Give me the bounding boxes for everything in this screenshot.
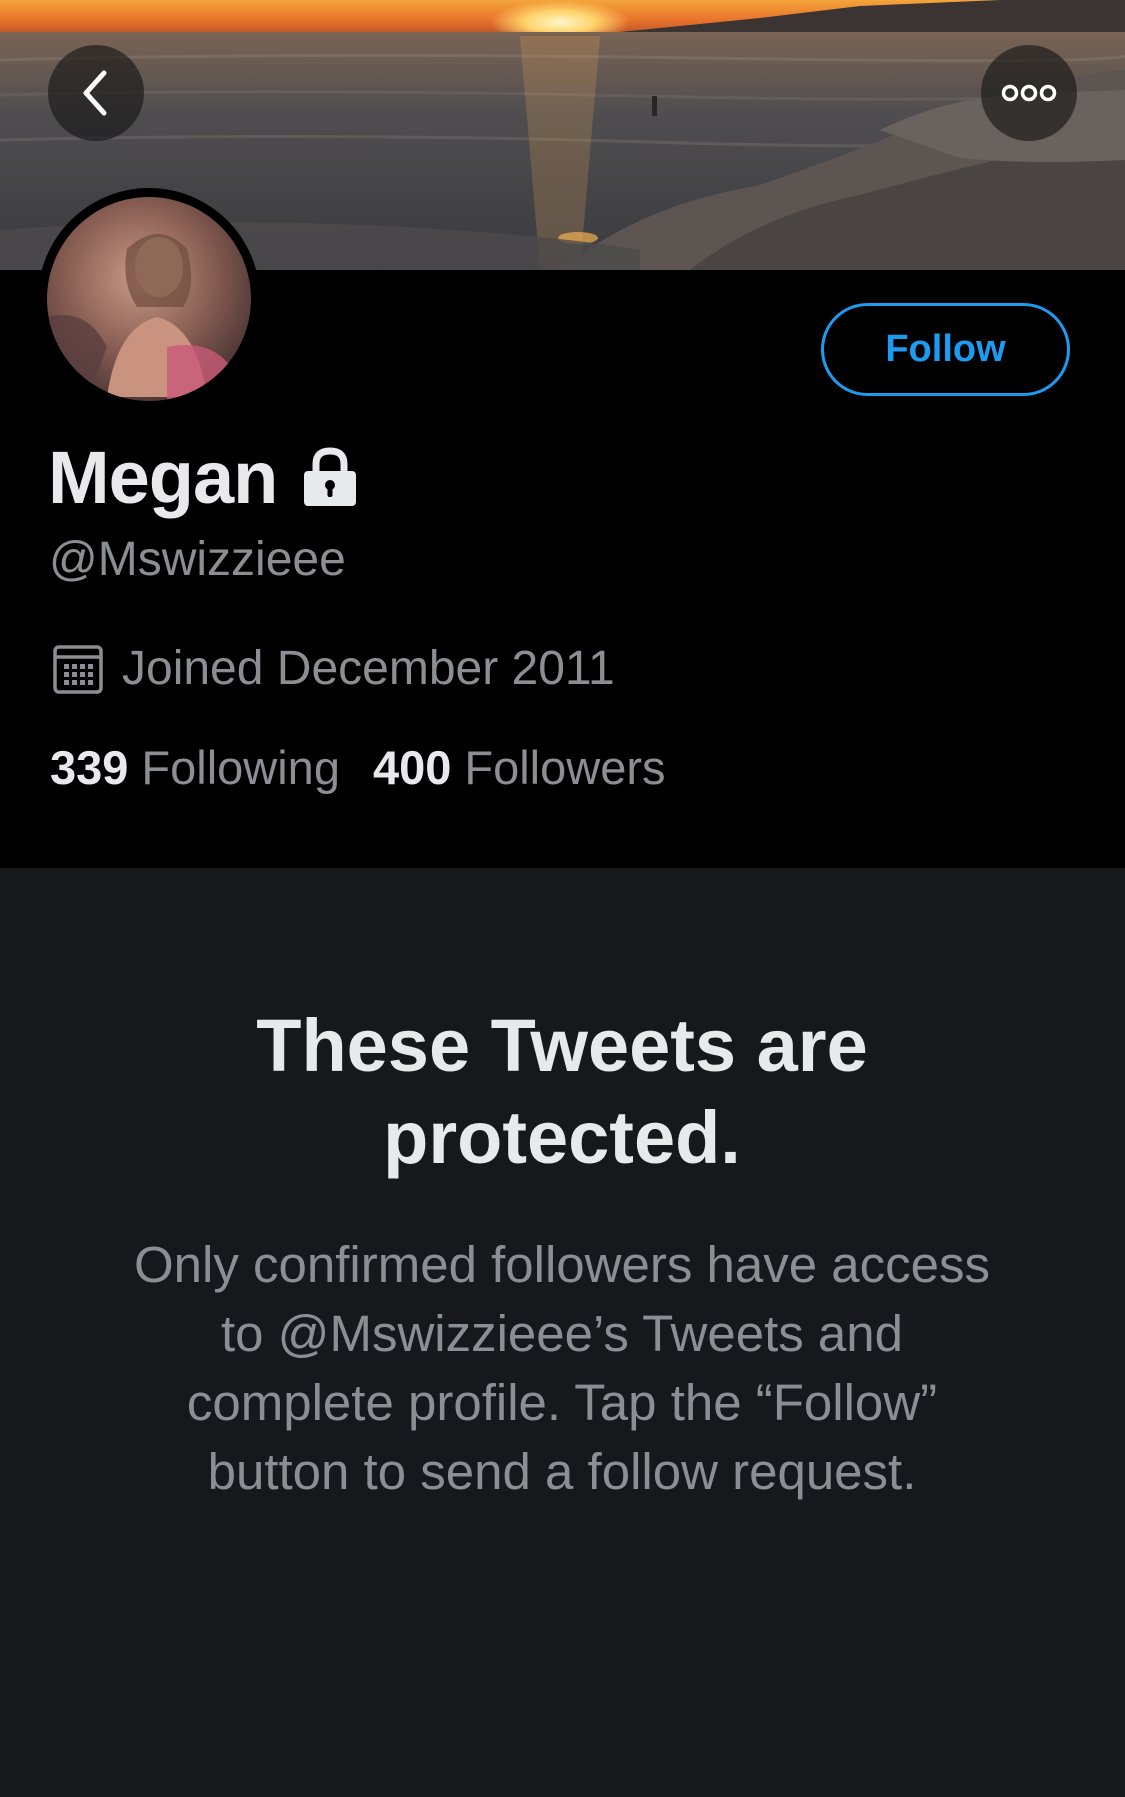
protected-title: These Tweets are protected. [256,1004,868,1179]
following-count: 339 [50,741,129,794]
follow-button[interactable]: Follow [821,303,1070,396]
display-name-row: Megan [48,435,359,519]
followers-stat[interactable]: 400 Followers [373,740,666,795]
followers-label: Followers [464,741,666,794]
protected-description: Only confirmed followers have access to … [133,1236,991,1500]
following-label: Following [141,741,340,794]
user-handle: @Mswizzieee [49,533,346,586]
chevron-left-icon [76,69,116,117]
back-button[interactable] [48,45,144,141]
display-name: Megan [48,435,278,519]
calendar-icon [52,643,104,695]
following-stat[interactable]: 339 Following [50,740,340,795]
follow-stats: 339 Following 400 Followers [50,740,666,795]
followers-count: 400 [372,741,452,794]
joined-date-row: Joined December 2011 [52,641,615,696]
avatar-container[interactable] [38,188,260,410]
profile-avatar [47,197,251,401]
more-horizontal-icon [1001,83,1057,103]
more-options-button[interactable] [981,45,1077,141]
lock-icon [301,446,359,508]
joined-date-text: Joined December 2011 [122,642,615,695]
